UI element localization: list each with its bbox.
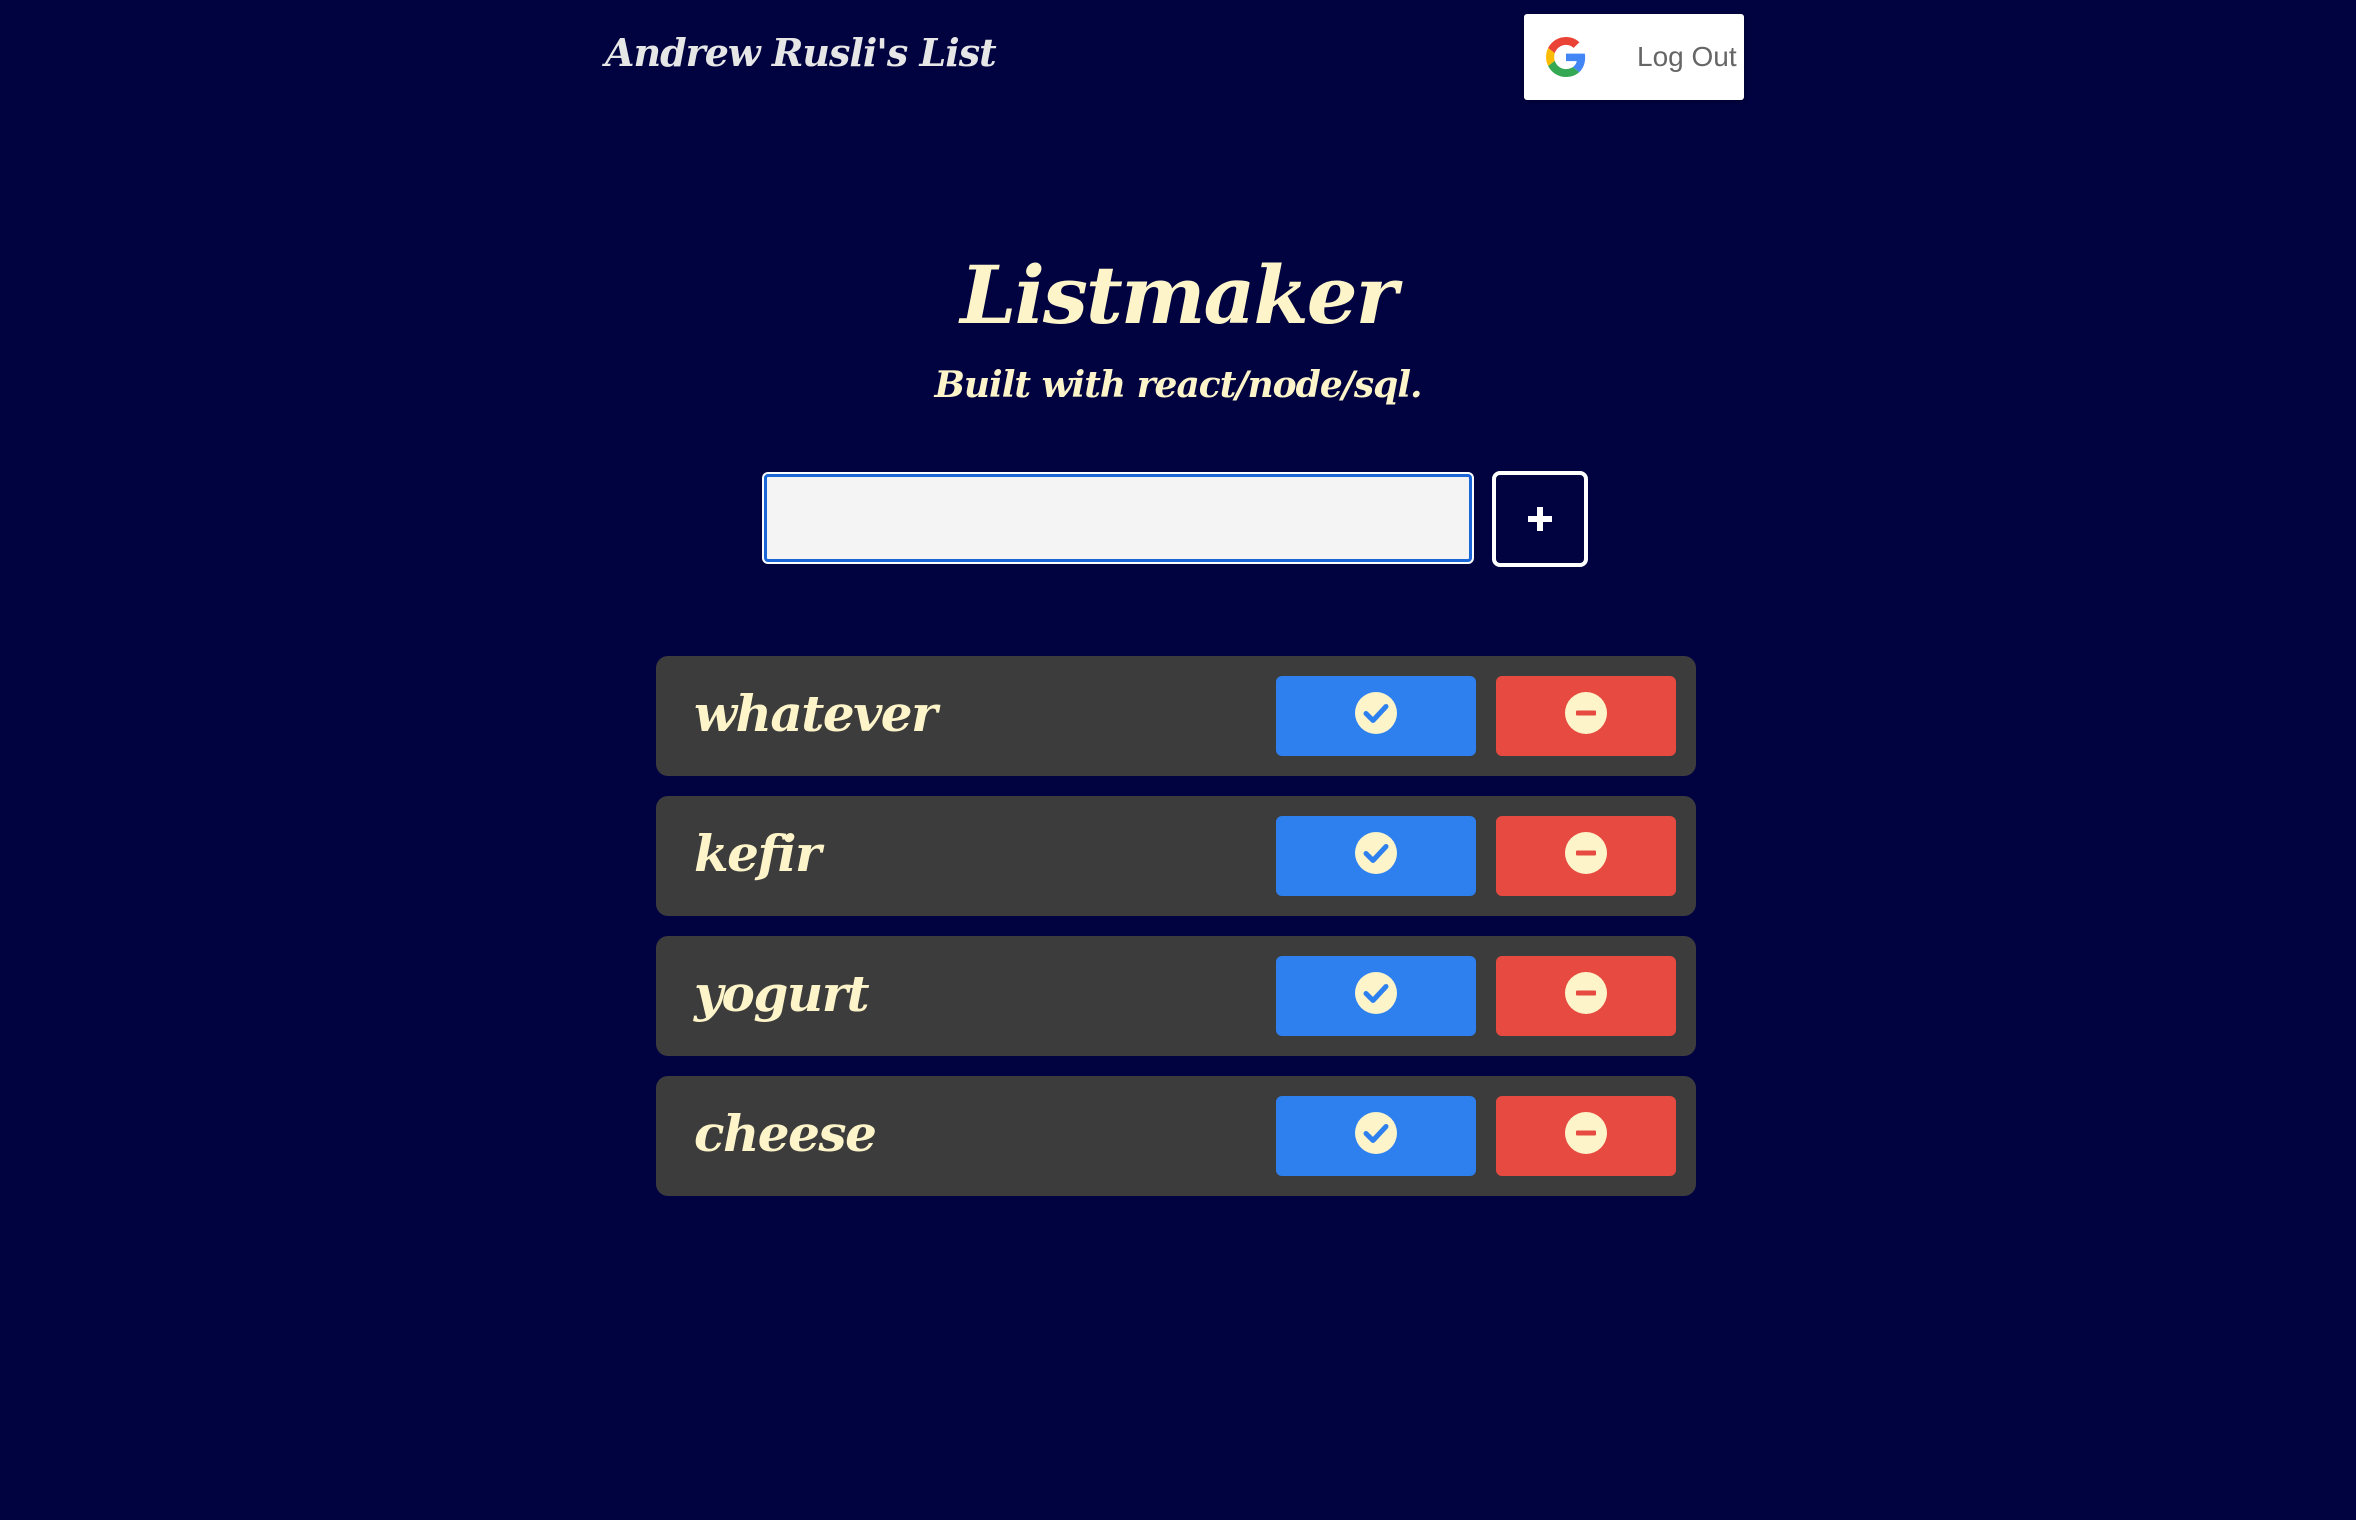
logout-button[interactable]: Log Out bbox=[1524, 14, 1744, 100]
complete-item-button[interactable] bbox=[1276, 816, 1476, 896]
minus-circle-icon bbox=[1565, 972, 1607, 1014]
new-item-input[interactable] bbox=[762, 472, 1474, 564]
delete-item-button[interactable] bbox=[1496, 676, 1676, 756]
list-item-text: kefir bbox=[694, 824, 821, 883]
logout-label: Log Out bbox=[1637, 41, 1737, 72]
plus-icon bbox=[1528, 507, 1552, 531]
check-circle-icon bbox=[1355, 832, 1397, 874]
delete-item-button[interactable] bbox=[1496, 956, 1676, 1036]
check-circle-icon bbox=[1355, 972, 1397, 1014]
complete-item-button[interactable] bbox=[1276, 956, 1476, 1036]
complete-item-button[interactable] bbox=[1276, 1096, 1476, 1176]
delete-item-button[interactable] bbox=[1496, 1096, 1676, 1176]
list-item: cheese bbox=[656, 1076, 1696, 1196]
list-item-text: whatever bbox=[694, 684, 937, 743]
minus-circle-icon bbox=[1565, 1112, 1607, 1154]
google-icon bbox=[1546, 37, 1586, 77]
list-item-text: cheese bbox=[694, 1104, 877, 1163]
page-subtitle: Built with react/node/sql. bbox=[934, 364, 1422, 406]
check-circle-icon bbox=[1355, 692, 1397, 734]
page-title: Listmaker bbox=[960, 248, 1398, 342]
add-item-button[interactable] bbox=[1492, 471, 1588, 567]
minus-circle-icon bbox=[1565, 692, 1607, 734]
minus-circle-icon bbox=[1565, 832, 1607, 874]
delete-item-button[interactable] bbox=[1496, 816, 1676, 896]
list-item: kefir bbox=[656, 796, 1696, 916]
list-item: whatever bbox=[656, 656, 1696, 776]
check-circle-icon bbox=[1355, 1112, 1397, 1154]
list-item-text: yogurt bbox=[694, 964, 870, 1023]
list-item: yogurt bbox=[656, 936, 1696, 1056]
owner-list-title: Andrew Rusli's List bbox=[605, 30, 997, 75]
todo-list: whatever kefir yogurt cheese bbox=[656, 656, 1696, 1216]
complete-item-button[interactable] bbox=[1276, 676, 1476, 756]
